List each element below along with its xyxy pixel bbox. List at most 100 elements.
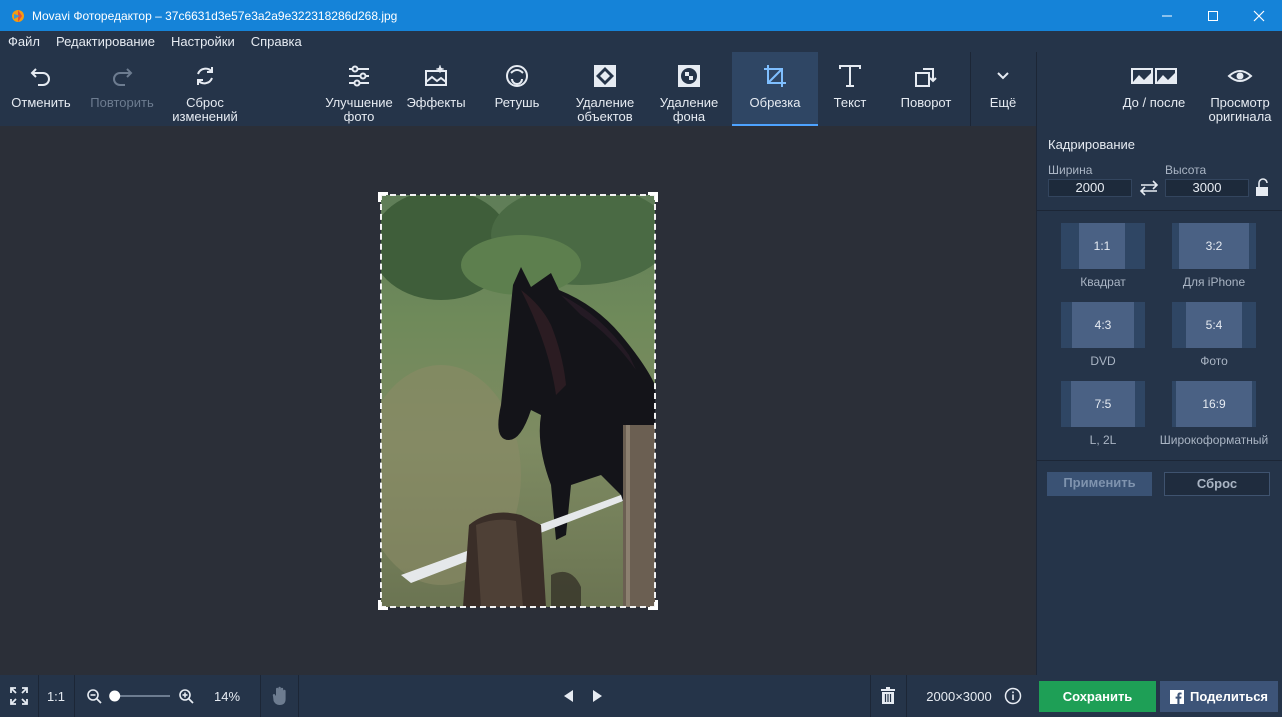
arrow-left-icon [564,690,573,702]
undo-icon [30,68,50,86]
tool-text[interactable]: Текст [822,52,878,126]
status-divider [38,675,39,717]
zoom-in-button[interactable] [176,675,196,717]
preset-caption: Фото [1200,354,1228,368]
effects-icon [425,64,447,86]
actual-size-button[interactable]: 1:1 [40,675,72,717]
reset-changes-button[interactable]: Сброс изменений [166,52,244,126]
width-label: Ширина [1048,163,1093,177]
preset-5-4[interactable]: 5:4 Фото [1159,302,1269,368]
tool-crop[interactable]: Обрезка [732,52,818,126]
crop-handle-bottom-right[interactable] [648,600,658,610]
rotate-icon [915,68,937,87]
zoom-in-icon [179,689,194,704]
remove-objects-label-2: объектов [577,109,633,124]
preset-ratio: 7:5 [1071,381,1135,427]
menu-help[interactable]: Справка [243,34,310,49]
close-button[interactable] [1236,0,1282,31]
remove-bg-label-2: фона [672,109,706,124]
next-image-button[interactable] [586,675,610,717]
width-input[interactable]: 2000 [1048,179,1132,197]
view-original-label-2: оригинала [1208,109,1272,124]
menu-file[interactable]: Файл [0,34,48,49]
undo-button[interactable]: Отменить [6,52,76,126]
preset-16-9[interactable]: 16:9 Широкоформатный [1159,381,1269,447]
tool-effects[interactable]: Эффекты [400,52,472,126]
lock-aspect-button[interactable] [1253,178,1271,198]
swap-icon [1139,180,1159,196]
preset-ratio: 16:9 [1176,381,1252,427]
minimize-button[interactable] [1144,0,1190,31]
chevron-down-icon [997,72,1009,80]
height-label: Высота [1165,163,1207,177]
remove-objects-label-1: Удаление [575,95,635,110]
tool-enhance[interactable]: Улучшение фото [320,52,398,126]
undo-label: Отменить [11,95,71,110]
remove-background-icon [678,65,700,87]
maximize-button[interactable] [1190,0,1236,31]
crop-icon [764,65,786,87]
crop-handle-top-left[interactable] [378,192,388,202]
fit-screen-icon [10,687,28,705]
status-divider [298,675,299,717]
preset-ratio: 4:3 [1072,302,1134,348]
refresh-icon [197,67,213,85]
zoom-out-button[interactable] [84,675,104,717]
text-icon [839,65,861,87]
reset-label-1: Сброс [186,95,224,110]
unlock-icon [1256,178,1268,196]
before-after-button[interactable]: До / после [1115,52,1193,126]
app-logo-icon [12,9,24,22]
preset-ratio: 3:2 [1179,223,1249,269]
reset-crop-button[interactable]: Сброс [1164,472,1270,496]
remove-objects-icon [594,65,616,87]
save-button[interactable]: Сохранить [1039,681,1156,712]
previous-image-button[interactable] [556,675,580,717]
preset-caption: DVD [1090,354,1116,368]
title-bar: Movavi Фоторедактор – 37c6631d3e57e3a2a9… [0,0,1282,31]
tool-rotate[interactable]: Поворот [892,52,960,126]
menu-bar: Файл Редактирование Настройки Справка [0,31,1282,52]
preset-1-1[interactable]: 1:1 Квадрат [1048,223,1158,289]
editing-canvas[interactable] [0,126,1036,675]
rotate-label: Поворот [900,95,952,110]
crop-handle-bottom-left[interactable] [378,600,388,610]
info-icon [1004,687,1022,705]
preset-7-5[interactable]: 7:5 L, 2L [1048,381,1158,447]
status-divider [870,675,871,717]
status-divider [74,675,75,717]
pan-tool-button[interactable] [264,675,296,717]
delete-button[interactable] [874,675,902,717]
apply-button[interactable]: Применить [1047,472,1152,496]
sliders-icon [349,65,369,87]
preset-3-2[interactable]: 3:2 Для iPhone [1159,223,1269,289]
redo-icon [113,68,133,86]
crop-frame[interactable] [380,194,656,608]
tool-remove-background[interactable]: Удаление фона [650,52,728,126]
share-button[interactable]: Поделиться [1160,681,1278,712]
view-toolbar: До / после Просмотр оригинала [1036,52,1282,126]
panel-divider [1037,210,1282,211]
fit-to-screen-button[interactable] [2,675,36,717]
view-original-label-1: Просмотр [1210,95,1270,110]
swap-dimensions-button[interactable] [1138,179,1160,197]
menu-settings[interactable]: Настройки [163,34,243,49]
zoom-slider[interactable] [108,675,172,717]
image-info-button[interactable] [1002,675,1024,717]
menu-edit[interactable]: Редактирование [48,34,163,49]
tool-remove-objects[interactable]: Удаление объектов [566,52,644,126]
tool-retouch[interactable]: Ретушь [482,52,552,126]
crop-handle-top-right[interactable] [648,192,658,202]
view-original-button[interactable]: Просмотр оригинала [1201,52,1279,126]
crop-panel: Кадрирование Ширина Высота 2000 3000 1:1… [1036,126,1282,675]
crop-panel-title: Кадрирование [1048,137,1136,152]
status-divider [906,675,907,717]
toolbar-divider [970,52,971,126]
tool-more[interactable]: Ещё [974,52,1032,126]
before-after-label: До / после [1122,95,1186,110]
preset-caption: Для iPhone [1182,275,1246,289]
height-input[interactable]: 3000 [1165,179,1249,197]
preset-4-3[interactable]: 4:3 DVD [1048,302,1158,368]
redo-button[interactable]: Повторить [84,52,160,126]
remove-bg-label-1: Удаление [659,95,719,110]
